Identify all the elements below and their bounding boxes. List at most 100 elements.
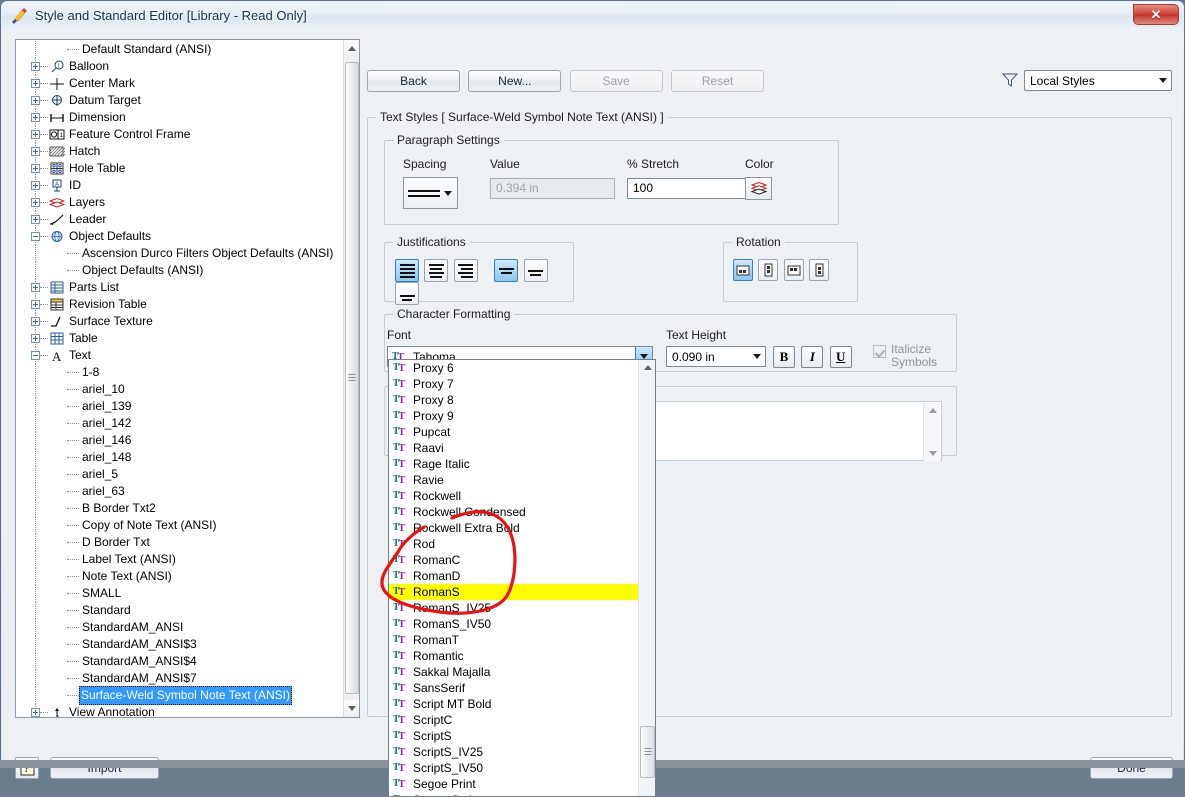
collapse-icon[interactable] bbox=[31, 351, 40, 360]
rotate-270-button[interactable] bbox=[809, 259, 830, 281]
expand-icon[interactable] bbox=[31, 62, 40, 71]
font-option[interactable]: T T Proxy 6 bbox=[389, 360, 640, 376]
font-option[interactable]: T T Proxy 9 bbox=[389, 408, 640, 424]
tree-item-object-defaults-ansi[interactable]: Object Defaults (ANSI) bbox=[16, 262, 344, 279]
spacing-combo[interactable] bbox=[403, 177, 458, 209]
text-height-combo[interactable]: 0.090 in bbox=[666, 346, 766, 367]
font-option[interactable]: T T ScriptC bbox=[389, 712, 640, 728]
tree-item-standardam-ansi-4[interactable]: StandardAM_ANSI$4 bbox=[16, 653, 344, 670]
tree-item-hole-table[interactable]: Hole Table bbox=[16, 160, 344, 177]
new-button[interactable]: New... bbox=[468, 70, 562, 92]
font-options[interactable]: T T Proxy 6 T T Proxy 7 T T Proxy 8 T T Proxy 9 T T Pu… bbox=[389, 360, 640, 796]
expand-icon[interactable] bbox=[31, 113, 40, 122]
font-option[interactable]: T T RomanD bbox=[389, 568, 640, 584]
tree-item-revision-table[interactable]: Revision Table bbox=[16, 296, 344, 313]
font-option[interactable]: T T SansSerif bbox=[389, 680, 640, 696]
align-bottom-button[interactable] bbox=[395, 282, 419, 305]
tree-item-surface-weld-symbol-note-text-ansi[interactable]: Surface-Weld Symbol Note Text (ANSI) bbox=[16, 686, 344, 705]
font-option[interactable]: T T Raavi bbox=[389, 440, 640, 456]
preview-scroll-down-icon[interactable] bbox=[924, 446, 941, 461]
close-icon[interactable]: ✕ bbox=[1133, 4, 1179, 25]
tree-item-parts-list[interactable]: Parts List bbox=[16, 279, 344, 296]
italic-button[interactable]: I bbox=[801, 346, 824, 368]
align-left-button[interactable] bbox=[395, 259, 419, 282]
local-styles-combo[interactable]: Local Styles bbox=[1024, 70, 1172, 91]
tree-item-balloon[interactable]: 1 Balloon bbox=[16, 58, 344, 75]
expand-icon[interactable] bbox=[31, 147, 40, 156]
tree-item-dimension[interactable]: Dimension bbox=[16, 109, 344, 126]
font-option[interactable]: T T RomanC bbox=[389, 552, 640, 568]
font-option[interactable]: T T Rage Italic bbox=[389, 456, 640, 472]
tree-item-object-defaults[interactable]: Object Defaults bbox=[16, 228, 344, 245]
font-option[interactable]: T T Sakkal Majalla bbox=[389, 664, 640, 680]
tree-item-note-text-ansi[interactable]: Note Text (ANSI) bbox=[16, 568, 344, 585]
color-layers-icon[interactable] bbox=[745, 177, 772, 200]
tree-item-ariel-5[interactable]: ariel_5 bbox=[16, 466, 344, 483]
expand-icon[interactable] bbox=[31, 181, 40, 190]
font-option[interactable]: T T Segoe Print bbox=[389, 776, 640, 792]
font-option[interactable]: T T Rockwell Extra Bold bbox=[389, 520, 640, 536]
font-option[interactable]: T T RomanS bbox=[389, 584, 640, 600]
tree-item-standardam-ansi-3[interactable]: StandardAM_ANSI$3 bbox=[16, 636, 344, 653]
tree-item-d-border-txt[interactable]: D Border Txt bbox=[16, 534, 344, 551]
tree-item-hatch[interactable]: Hatch bbox=[16, 143, 344, 160]
expand-icon[interactable] bbox=[31, 300, 40, 309]
font-option[interactable]: TT Segoe Script bbox=[389, 792, 640, 796]
expand-icon[interactable] bbox=[31, 130, 40, 139]
tree-item-1-8[interactable]: 1-8 bbox=[16, 364, 344, 381]
tree-item-datum-target[interactable]: Datum Target bbox=[16, 92, 344, 109]
font-dropdown-list[interactable]: T T Proxy 6 T T Proxy 7 T T Proxy 8 T T Proxy 9 T T Pu… bbox=[388, 359, 656, 797]
tree-scroll-thumb[interactable] bbox=[345, 62, 359, 694]
underline-button[interactable]: U bbox=[829, 346, 852, 368]
tree-item-ariel-139[interactable]: ariel_139 bbox=[16, 398, 344, 415]
tree-item-standardam-ansi-7[interactable]: StandardAM_ANSI$7 bbox=[16, 670, 344, 687]
font-option[interactable]: T T ScriptS_IV50 bbox=[389, 760, 640, 776]
font-option[interactable]: T T Rockwell Condensed bbox=[389, 504, 640, 520]
tree-item-small[interactable]: SMALL bbox=[16, 585, 344, 602]
align-center-button[interactable] bbox=[424, 259, 449, 282]
chevron-down-icon[interactable] bbox=[748, 347, 765, 366]
style-tree-panel[interactable]: Default Standard (ANSI) 1 Balloon Center Ma… bbox=[15, 39, 360, 718]
tree-item-leader[interactable]: Leader bbox=[16, 211, 344, 228]
tree-item-copy-of-note-text-ansi[interactable]: Copy of Note Text (ANSI) bbox=[16, 517, 344, 534]
font-option[interactable]: T T Script MT Bold bbox=[389, 696, 640, 712]
font-option[interactable]: T T Proxy 8 bbox=[389, 392, 640, 408]
tree-item-view-annotation[interactable]: A View Annotation bbox=[16, 704, 344, 717]
tree-item-surface-texture[interactable]: Surface Texture bbox=[16, 313, 344, 330]
preview-scroll-up-icon[interactable] bbox=[924, 403, 941, 418]
expand-icon[interactable] bbox=[31, 198, 40, 207]
tree-item-standard[interactable]: Standard bbox=[16, 602, 344, 619]
rotate-180-button[interactable] bbox=[783, 259, 804, 281]
align-top-button[interactable] bbox=[494, 259, 519, 282]
tree-scroll-up-icon[interactable] bbox=[344, 40, 359, 57]
filter-icon[interactable] bbox=[1001, 73, 1019, 87]
tree-item-ariel-142[interactable]: ariel_142 bbox=[16, 415, 344, 432]
tree-item-center-mark[interactable]: Center Mark bbox=[16, 75, 344, 92]
expand-icon[interactable] bbox=[31, 283, 40, 292]
font-option[interactable]: T T Rockwell bbox=[389, 488, 640, 504]
font-option[interactable]: T T Ravie bbox=[389, 472, 640, 488]
tree-item-table[interactable]: Table bbox=[16, 330, 344, 347]
rotate-90-button[interactable] bbox=[758, 259, 779, 281]
font-option[interactable]: T T ScriptS_IV25 bbox=[389, 744, 640, 760]
tree-item-ariel-10[interactable]: ariel_10 bbox=[16, 381, 344, 398]
font-option[interactable]: T T RomanS_IV25 bbox=[389, 600, 640, 616]
style-tree[interactable]: Default Standard (ANSI) 1 Balloon Center Ma… bbox=[16, 40, 344, 717]
tree-item-ariel-148[interactable]: ariel_148 bbox=[16, 449, 344, 466]
expand-icon[interactable] bbox=[31, 96, 40, 105]
chevron-down-icon[interactable] bbox=[1154, 71, 1171, 90]
font-option[interactable]: T T Pupcat bbox=[389, 424, 640, 440]
tree-item-ariel-63[interactable]: ariel_63 bbox=[16, 483, 344, 500]
tree-scroll-down-icon[interactable] bbox=[344, 700, 359, 717]
tree-item-ariel-146[interactable]: ariel_146 bbox=[16, 432, 344, 449]
rotate-0-button[interactable] bbox=[733, 259, 753, 281]
tree-item-text[interactable]: A Text bbox=[16, 347, 344, 364]
collapse-icon[interactable] bbox=[31, 232, 40, 241]
expand-icon[interactable] bbox=[31, 164, 40, 173]
align-middle-button[interactable] bbox=[523, 259, 548, 282]
preview-scrollbar[interactable] bbox=[923, 403, 940, 461]
stretch-input[interactable]: 100 bbox=[627, 178, 762, 199]
font-option[interactable]: T T Rod bbox=[389, 536, 640, 552]
expand-icon[interactable] bbox=[31, 334, 40, 343]
font-option[interactable]: T T RomanT bbox=[389, 632, 640, 648]
